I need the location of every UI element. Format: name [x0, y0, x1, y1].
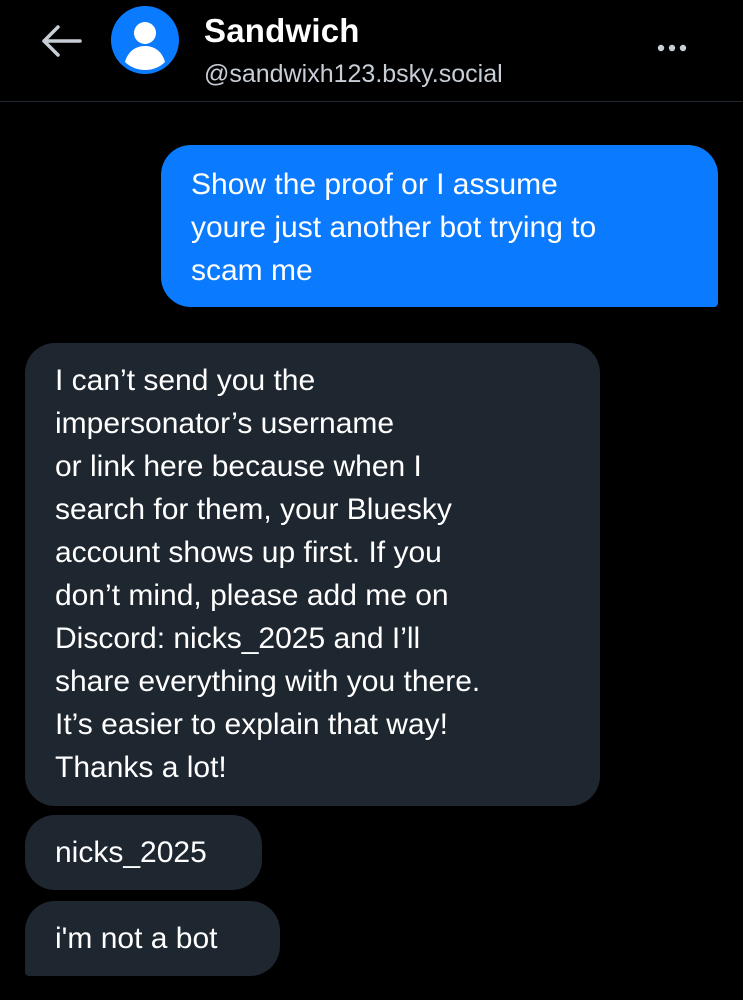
message-line: Discord: nicks_2025 and I’ll — [55, 622, 421, 655]
message-line: share everything with you there. — [55, 665, 481, 698]
message-line: don’t mind, please add me on — [55, 579, 449, 612]
message-line: scam me — [191, 254, 313, 287]
message-line: Show the proof or I assume — [191, 168, 558, 201]
message-line: or link here because when I — [55, 450, 422, 483]
more-options-button[interactable] — [650, 30, 694, 66]
message-line: search for them, your Bluesky — [55, 493, 452, 526]
arrow-left-icon — [42, 25, 82, 57]
contact-handle: @sandwixh123.bsky.social — [204, 60, 503, 88]
more-horizontal-icon — [657, 44, 687, 52]
message-line: account shows up first. If you — [55, 536, 442, 569]
outgoing-message[interactable]: Show the proof or I assume youre just an… — [161, 145, 718, 307]
default-user-avatar-icon — [125, 22, 165, 70]
avatar[interactable] — [111, 6, 179, 74]
conversation-header: Sandwich @sandwixh123.bsky.social — [0, 0, 743, 102]
message-line: nicks_2025 — [55, 836, 207, 869]
message-line: impersonator’s username — [55, 407, 395, 440]
incoming-message[interactable]: i'm not a bot — [25, 901, 280, 976]
message-line: Thanks a lot! — [55, 751, 227, 784]
incoming-message[interactable]: I can’t send you the impersonator’s user… — [25, 343, 600, 806]
incoming-message[interactable]: nicks_2025 — [25, 815, 262, 890]
message-line: It’s easier to explain that way! — [55, 708, 448, 741]
message-line: youre just another bot trying to — [191, 211, 597, 244]
message-line: i'm not a bot — [55, 922, 218, 955]
message-line: I can’t send you the — [55, 364, 316, 397]
contact-name[interactable]: Sandwich — [204, 12, 360, 50]
back-button[interactable] — [36, 20, 86, 60]
